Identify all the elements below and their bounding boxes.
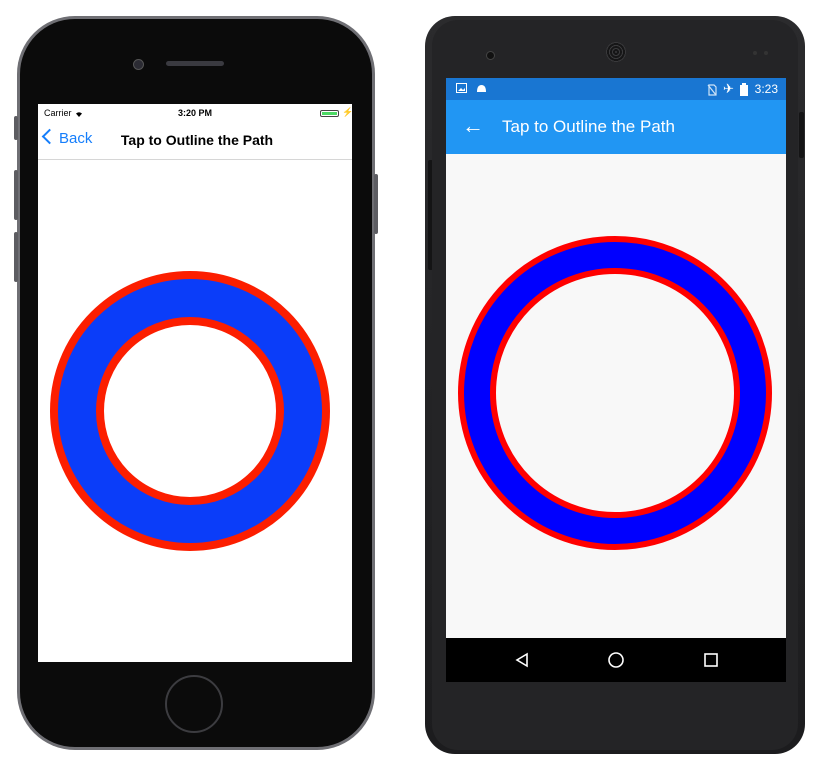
battery-icon (320, 110, 339, 117)
airplane-icon: ✈ (723, 81, 734, 96)
ring-path[interactable] (457, 236, 773, 550)
android-speaker (606, 42, 626, 62)
no-sim-icon (707, 84, 717, 96)
ios-screen: Carrier 3:20 PM ⚡ Back Tap to Outline th… (38, 104, 352, 662)
back-triangle-icon[interactable] (514, 652, 530, 668)
page-title: Tap to Outline the Path (502, 117, 675, 136)
battery-charging-icon (740, 83, 749, 97)
iphone-volume-down (14, 232, 18, 282)
arrow-back-icon[interactable]: ← (462, 113, 484, 139)
iphone-camera (133, 59, 144, 70)
iphone-home-button[interactable] (165, 675, 223, 733)
iphone-mute-switch (14, 116, 18, 140)
ios-status-bar: Carrier 3:20 PM ⚡ (38, 104, 352, 122)
system-icons: ✈ 3:23 (707, 81, 778, 97)
android-clock: 3:23 (754, 82, 778, 96)
android-sensor (753, 51, 768, 55)
android-app-bar: ← Tap to Outline the Path (446, 100, 786, 154)
android-power-button (799, 112, 804, 158)
home-circle-icon[interactable] (607, 651, 625, 669)
ios-clock: 3:20 PM (177, 108, 212, 118)
iphone-power-button (374, 174, 378, 234)
recents-square-icon[interactable] (703, 652, 719, 668)
android-robot-icon (477, 85, 487, 92)
ios-canvas[interactable] (38, 159, 352, 662)
charging-icon: ⚡ (342, 107, 352, 117)
android-screen: ✈ 3:23 ← Tap to Outline the Path (446, 78, 786, 682)
android-status-bar: ✈ 3:23 (446, 78, 786, 100)
android-camera (486, 51, 495, 60)
android-canvas[interactable] (446, 154, 786, 638)
iphone-volume-up (14, 170, 18, 220)
ring-path[interactable] (49, 271, 331, 551)
image-notification-icon (456, 83, 467, 93)
notification-icons (456, 82, 487, 96)
ios-navigation-bar: Back Tap to Outline the Path (38, 122, 352, 160)
iphone-speaker (166, 61, 224, 66)
page-title: Tap to Outline the Path (120, 132, 274, 148)
android-navigation-bar (446, 638, 786, 682)
